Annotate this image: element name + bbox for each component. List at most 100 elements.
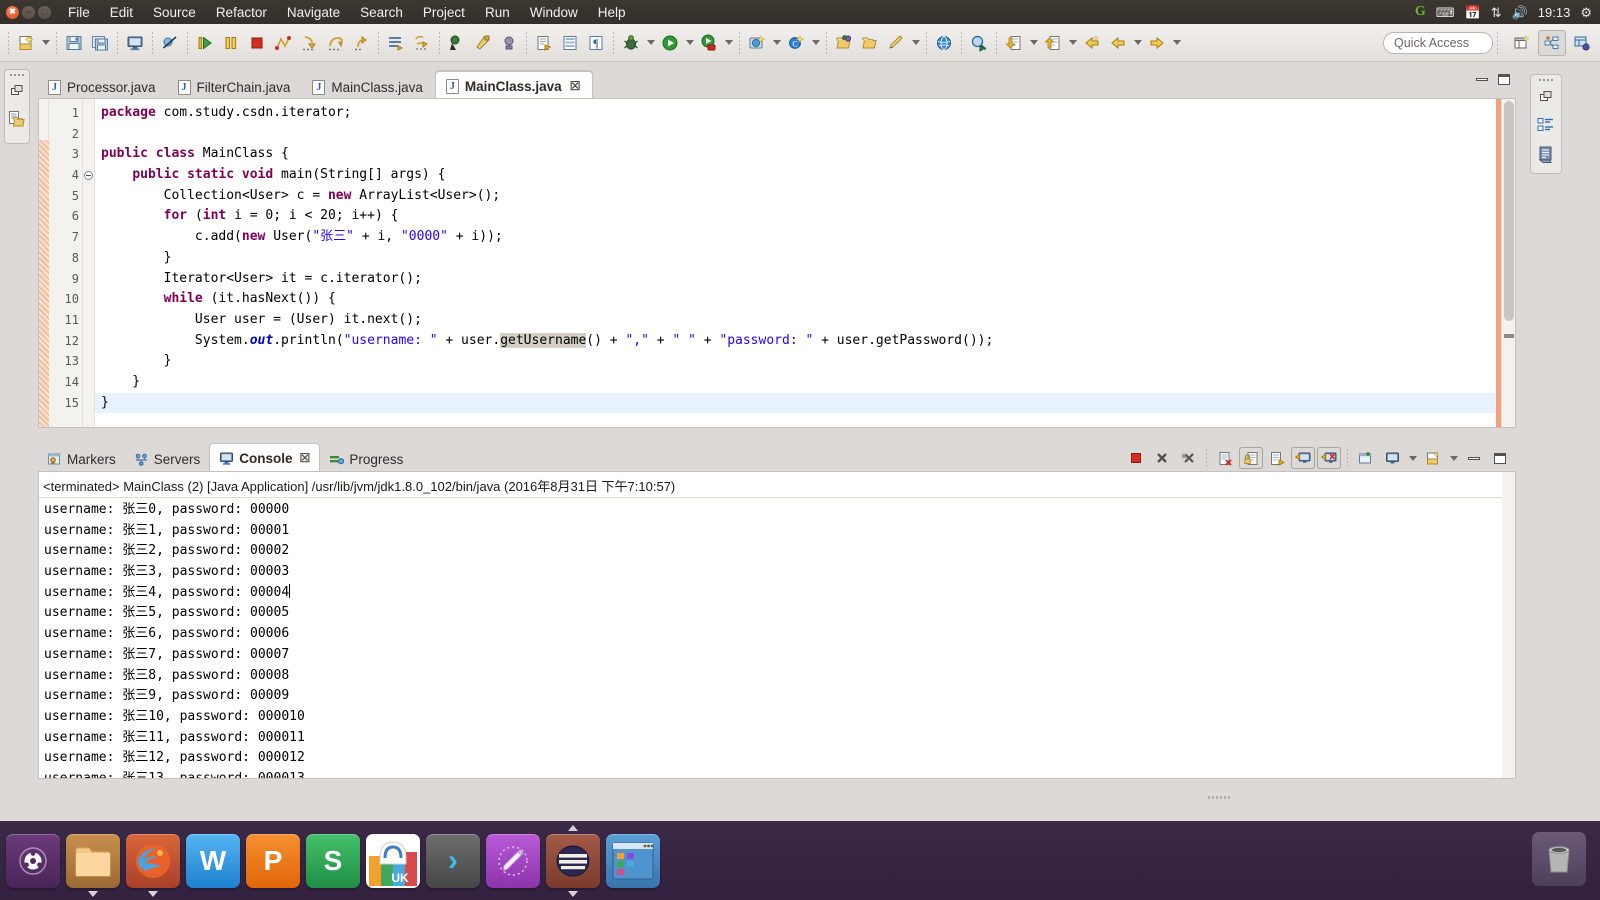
open-console-dropdown-icon[interactable] bbox=[1447, 445, 1460, 471]
back-button[interactable] bbox=[1105, 30, 1131, 56]
drag-handle-dots[interactable] bbox=[1539, 79, 1553, 81]
code-line[interactable]: public class MainClass { bbox=[95, 144, 1501, 165]
editor-tab-mainclass-2-active[interactable]: J MainClass.java ☒ bbox=[434, 71, 594, 100]
use-step-filters-button[interactable] bbox=[409, 30, 435, 56]
java-ee-perspective-button[interactable] bbox=[1568, 30, 1596, 56]
ime-indicator-icon[interactable]: G bbox=[1415, 4, 1426, 20]
code-editor[interactable]: 1 2 3 4 5 6 7 8 9 10 11 12 13 14 15 package com.study.… bbox=[38, 98, 1516, 428]
editor-vertical-scrollbar[interactable] bbox=[1501, 99, 1515, 427]
overview-ruler[interactable] bbox=[1496, 99, 1501, 427]
package-explorer-icon[interactable] bbox=[8, 110, 26, 133]
last-edit-location-button[interactable] bbox=[1079, 30, 1105, 56]
calendar-icon[interactable]: 📅 bbox=[1465, 6, 1481, 19]
open-type-button[interactable] bbox=[531, 30, 557, 56]
quick-access-input[interactable]: Quick Access bbox=[1383, 31, 1493, 54]
skip-breakpoints-button[interactable] bbox=[157, 30, 183, 56]
open-perspective-button[interactable] bbox=[1508, 30, 1536, 56]
code-line[interactable]: while (it.hasNext()) { bbox=[95, 289, 1501, 310]
run-as-button[interactable] bbox=[657, 30, 683, 56]
task-list-icon[interactable] bbox=[1538, 146, 1554, 168]
gear-icon[interactable]: ⚙ bbox=[1580, 6, 1592, 19]
display-selected-console-icon[interactable] bbox=[1380, 447, 1404, 469]
dock-item-ubuntu-software[interactable]: UK bbox=[366, 833, 420, 888]
dock-item-ubuntu-dash[interactable] bbox=[6, 833, 60, 888]
open-console-icon[interactable] bbox=[1421, 447, 1445, 469]
window-maximize-button[interactable]: □ bbox=[38, 5, 51, 19]
close-icon[interactable]: ☒ bbox=[570, 79, 581, 93]
dock-item-files[interactable] bbox=[66, 833, 120, 897]
run-as-dropdown[interactable] bbox=[683, 30, 696, 56]
resume-button[interactable] bbox=[192, 30, 218, 56]
previous-annotation-dropdown[interactable] bbox=[1027, 30, 1040, 56]
step-return-button[interactable] bbox=[348, 30, 374, 56]
next-annotation-button[interactable] bbox=[1040, 30, 1066, 56]
forward-button[interactable] bbox=[1144, 30, 1170, 56]
print-console-button[interactable] bbox=[122, 30, 148, 56]
menu-project[interactable]: Project bbox=[413, 3, 475, 22]
menu-help[interactable]: Help bbox=[588, 3, 636, 22]
maximize-editor-icon[interactable] bbox=[1498, 74, 1510, 85]
java-perspective-button[interactable] bbox=[1538, 29, 1566, 56]
menu-navigate[interactable]: Navigate bbox=[277, 3, 350, 22]
code-line[interactable]: System.out.println("username: " + user.g… bbox=[95, 331, 1501, 352]
code-line[interactable] bbox=[95, 124, 1501, 145]
coverage-as-button[interactable] bbox=[696, 30, 722, 56]
back-dropdown[interactable] bbox=[1131, 30, 1144, 56]
console-output[interactable]: username: 张三0, password: 00000 username: … bbox=[39, 498, 1515, 778]
external-tools-dropdown[interactable] bbox=[909, 30, 922, 56]
annotation-gutter[interactable] bbox=[39, 99, 49, 427]
word-wrap-icon[interactable] bbox=[1265, 447, 1289, 469]
dock-item-text-editor[interactable] bbox=[486, 833, 540, 888]
volume-icon[interactable]: 🔊 bbox=[1512, 6, 1528, 19]
new-java-project-dropdown[interactable] bbox=[770, 30, 783, 56]
console-view[interactable]: <terminated> MainClass (2) [Java Applica… bbox=[38, 471, 1516, 779]
code-line[interactable]: Collection<User> c = new ArrayList<User>… bbox=[95, 186, 1501, 207]
show-console-on-error-icon[interactable] bbox=[1317, 447, 1341, 469]
forward-dropdown[interactable] bbox=[1170, 30, 1183, 56]
toggle-watchpoint-button[interactable] bbox=[470, 30, 496, 56]
scrollbar-thumb[interactable] bbox=[1504, 101, 1514, 321]
save-button[interactable] bbox=[61, 30, 87, 56]
toggle-method-breakpoint-button[interactable] bbox=[496, 30, 522, 56]
show-logical-structure-button[interactable] bbox=[383, 30, 409, 56]
open-package-button[interactable] bbox=[831, 30, 857, 56]
editor-tab-processor[interactable]: J Processor.java bbox=[38, 74, 168, 100]
tab-console-active[interactable]: Console ☒ bbox=[209, 443, 321, 472]
minimize-console-icon[interactable] bbox=[1462, 447, 1486, 469]
restore-icon[interactable] bbox=[10, 84, 24, 103]
step-into-button[interactable] bbox=[296, 30, 322, 56]
debug-as-button[interactable] bbox=[618, 30, 644, 56]
terminate-button[interactable] bbox=[244, 30, 270, 56]
menu-edit[interactable]: Edit bbox=[100, 3, 143, 22]
new-class-dropdown[interactable] bbox=[809, 30, 822, 56]
console-vertical-scrollbar[interactable] bbox=[1502, 472, 1515, 778]
minimize-editor-icon[interactable] bbox=[1476, 78, 1488, 81]
dock-item-firefox[interactable] bbox=[126, 833, 180, 897]
tab-markers[interactable]: Markers bbox=[38, 446, 125, 472]
code-text[interactable]: package com.study.csdn.iterator; public … bbox=[95, 99, 1501, 427]
code-line[interactable]: public static void main(String[] args) { bbox=[95, 165, 1501, 186]
dock-item-wps-presentation[interactable]: P bbox=[246, 833, 300, 888]
disconnect-button[interactable] bbox=[270, 30, 296, 56]
save-all-button[interactable] bbox=[87, 30, 113, 56]
toggle-breakpoint-button[interactable] bbox=[444, 30, 470, 56]
menu-refactor[interactable]: Refactor bbox=[206, 3, 277, 22]
maximize-console-icon[interactable] bbox=[1488, 447, 1512, 469]
show-console-on-output-icon[interactable] bbox=[1291, 447, 1315, 469]
code-line[interactable]: c.add(new User("张三" + i, "0000" + i)); bbox=[95, 227, 1501, 248]
dock-item-trash[interactable] bbox=[1532, 832, 1586, 886]
remove-all-terminated-icon[interactable] bbox=[1176, 447, 1200, 469]
toggle-mark-occurrences-button[interactable]: ¶ bbox=[583, 30, 609, 56]
editor-tab-mainclass-1[interactable]: J MainClass.java bbox=[302, 74, 435, 100]
drag-handle-dots[interactable] bbox=[10, 74, 24, 76]
clock[interactable]: 19:13 bbox=[1538, 5, 1571, 20]
dock-item-workspace-switcher[interactable] bbox=[606, 833, 660, 888]
fold-toggle[interactable] bbox=[83, 165, 94, 186]
pin-console-icon[interactable] bbox=[1354, 447, 1378, 469]
scroll-lock-icon[interactable] bbox=[1239, 447, 1263, 469]
close-icon[interactable]: ☒ bbox=[300, 451, 311, 465]
window-minimize-button[interactable]: − bbox=[22, 5, 35, 19]
window-close-button[interactable]: ✖ bbox=[6, 5, 19, 19]
new-wizard-dropdown[interactable] bbox=[39, 30, 52, 56]
web-browser-button[interactable] bbox=[931, 30, 957, 56]
